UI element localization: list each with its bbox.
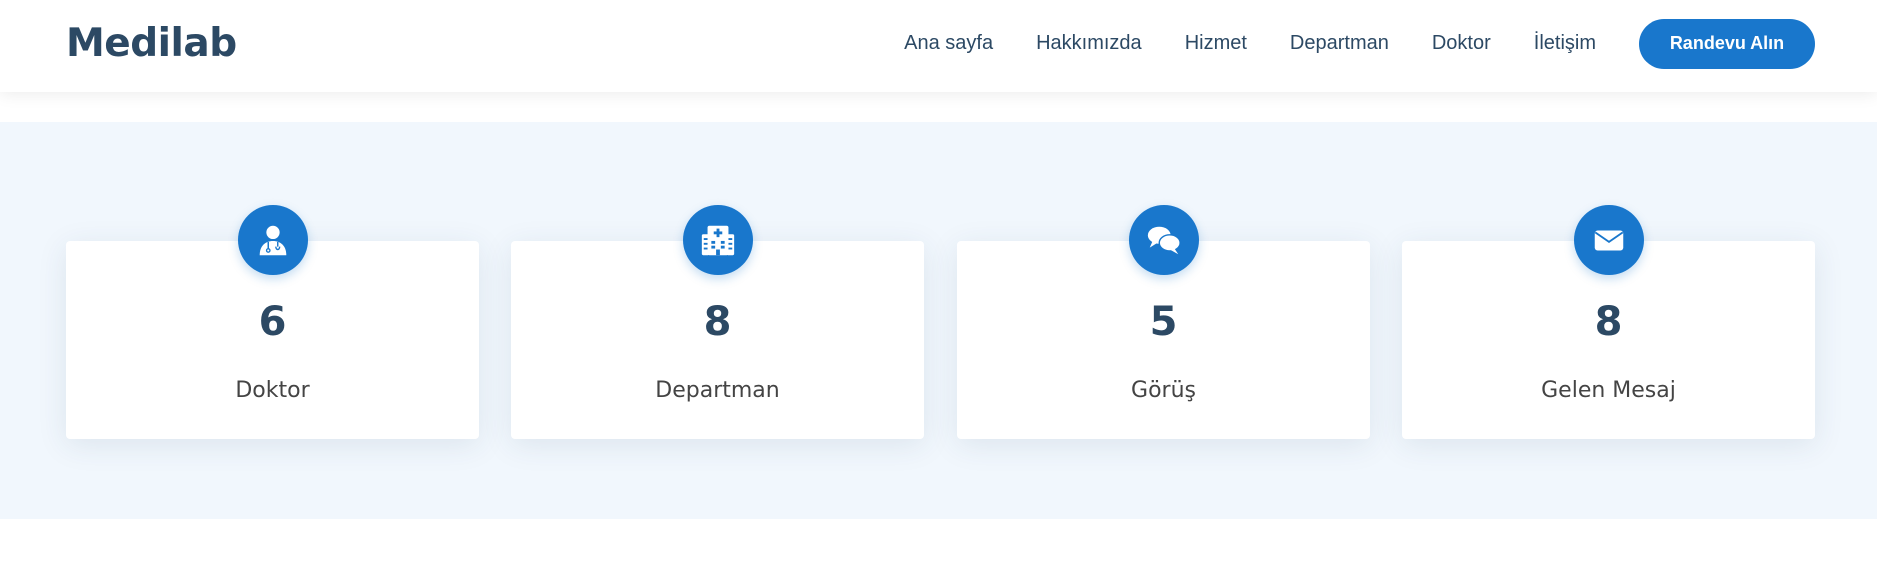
nav-link-departments[interactable]: Departman <box>1290 32 1389 55</box>
stat-label: Gelen Mesaj <box>1541 378 1676 403</box>
stat-label: Doktor <box>235 378 310 403</box>
stat-card-departments: 8 Departman <box>511 205 924 439</box>
stat-count: 8 <box>703 299 732 345</box>
site-header: Medilab Ana sayfa Hakkımızda Hizmet Depa… <box>0 0 1877 92</box>
stat-label: Görüş <box>1131 378 1196 403</box>
nav-link-about[interactable]: Hakkımızda <box>1036 32 1142 55</box>
doctor-icon <box>237 205 308 275</box>
nav-link-doctors[interactable]: Doktor <box>1432 32 1491 55</box>
stat-card-messages: 8 Gelen Mesaj <box>1402 205 1815 439</box>
stats-section: 6 Doktor 8 Departman 5 Görüş 8 Gelen Mes… <box>0 122 1877 519</box>
logo[interactable]: Medilab <box>66 16 237 72</box>
hospital-icon <box>682 205 753 275</box>
nav-link-home[interactable]: Ana sayfa <box>904 32 993 55</box>
stat-count: 6 <box>258 299 287 345</box>
comments-icon <box>1128 205 1199 275</box>
stat-card-doctors: 6 Doktor <box>66 205 479 439</box>
envelope-icon <box>1573 205 1644 275</box>
nav-link-services[interactable]: Hizmet <box>1185 32 1247 55</box>
stat-count: 5 <box>1149 299 1178 345</box>
main-nav: Ana sayfa Hakkımızda Hizmet Departman Do… <box>904 0 1877 87</box>
stat-label: Departman <box>655 378 780 403</box>
nav-link-contact[interactable]: İletişim <box>1534 32 1596 55</box>
stat-card-testimonials: 5 Görüş <box>957 205 1370 439</box>
appointment-button[interactable]: Randevu Alın <box>1639 18 1815 69</box>
stat-count: 8 <box>1594 299 1623 345</box>
